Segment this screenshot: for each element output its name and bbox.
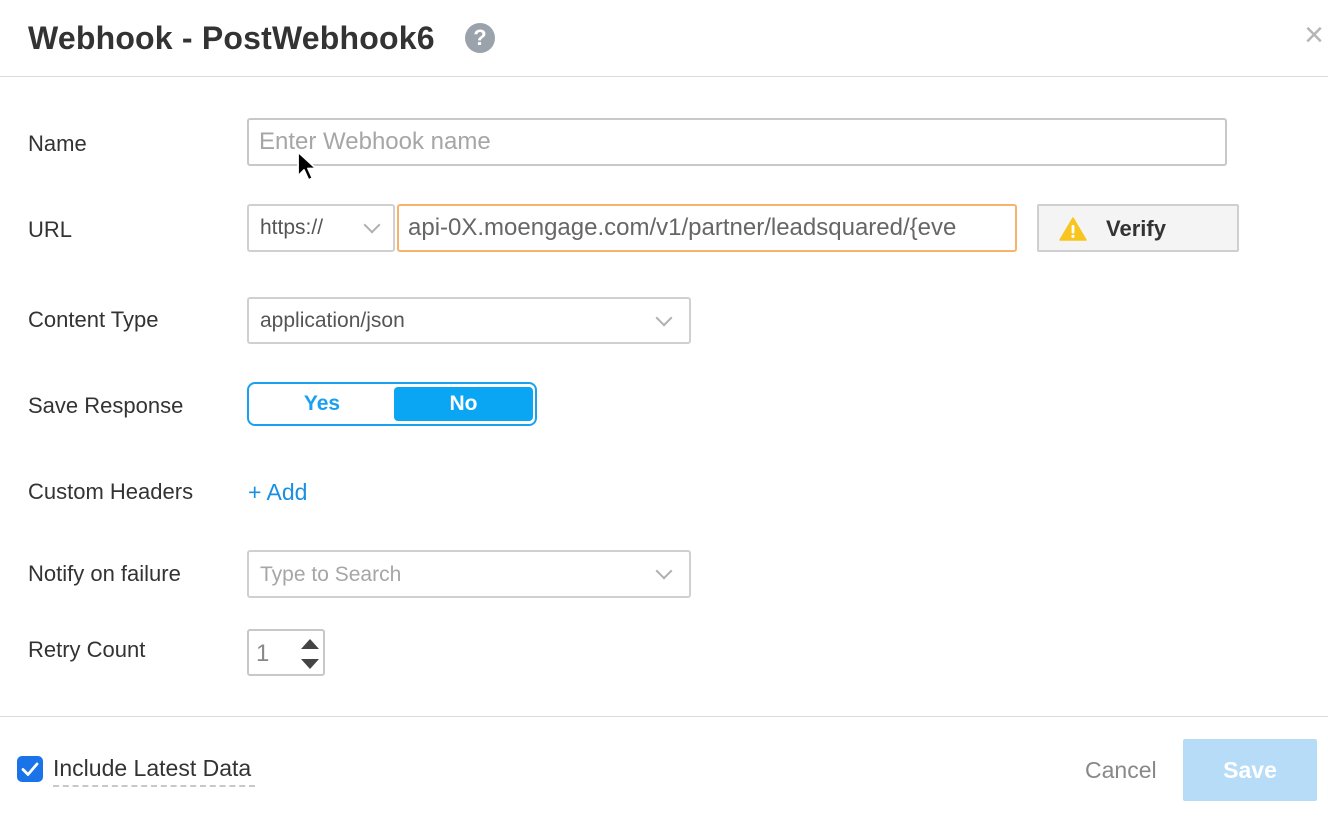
retry-count-label: Retry Count [28,637,146,662]
retry-count-stepper[interactable]: 1 [247,629,325,676]
verify-button[interactable]: Verify [1037,204,1239,252]
content-type-select[interactable]: application/json [247,297,691,344]
dialog-title: Webhook - PostWebhook6 [28,20,435,56]
url-label: URL [28,217,73,242]
help-icon[interactable]: ? [465,23,495,53]
save-response-label: Save Response [28,393,184,418]
checkmark-icon [21,762,39,776]
save-response-toggle: Yes No [247,382,537,426]
chevron-down-icon [655,562,673,580]
dialog-footer: Include Latest Data Cancel Save [0,716,1328,820]
include-latest-data-checkbox[interactable] [17,756,43,782]
notify-on-failure-select[interactable]: Type to Search [247,550,691,598]
content-type-label: Content Type [28,307,159,332]
verify-label: Verify [1106,216,1166,241]
notify-on-failure-label: Notify on failure [28,561,181,586]
content-type-value: application/json [260,309,405,332]
save-button[interactable]: Save [1183,739,1317,801]
add-header-link[interactable]: + Add [248,477,307,507]
increment-arrow-icon[interactable] [301,639,319,649]
chevron-down-icon [655,309,673,326]
url-input[interactable] [397,204,1017,252]
decrement-arrow-icon[interactable] [301,659,319,669]
webhook-name-input[interactable] [247,118,1227,166]
close-icon[interactable]: × [1300,18,1328,52]
chevron-down-icon [363,216,381,234]
protocol-value: https:// [260,216,324,239]
cancel-button[interactable]: Cancel [1085,755,1157,785]
include-latest-data-label[interactable]: Include Latest Data [53,753,256,787]
custom-headers-label: Custom Headers [28,479,194,504]
notify-placeholder: Type to Search [260,563,402,586]
dialog-header: Webhook - PostWebhook6 ? × [0,0,1328,77]
warning-icon [1059,217,1087,241]
name-label: Name [28,131,87,156]
protocol-select[interactable]: https:// [247,204,395,252]
save-response-yes-option[interactable]: Yes [252,387,392,421]
save-response-no-option[interactable]: No [394,387,533,421]
retry-count-value: 1 [256,640,270,667]
webhook-dialog: Webhook - PostWebhook6 ? × Name URL http… [0,0,1328,820]
